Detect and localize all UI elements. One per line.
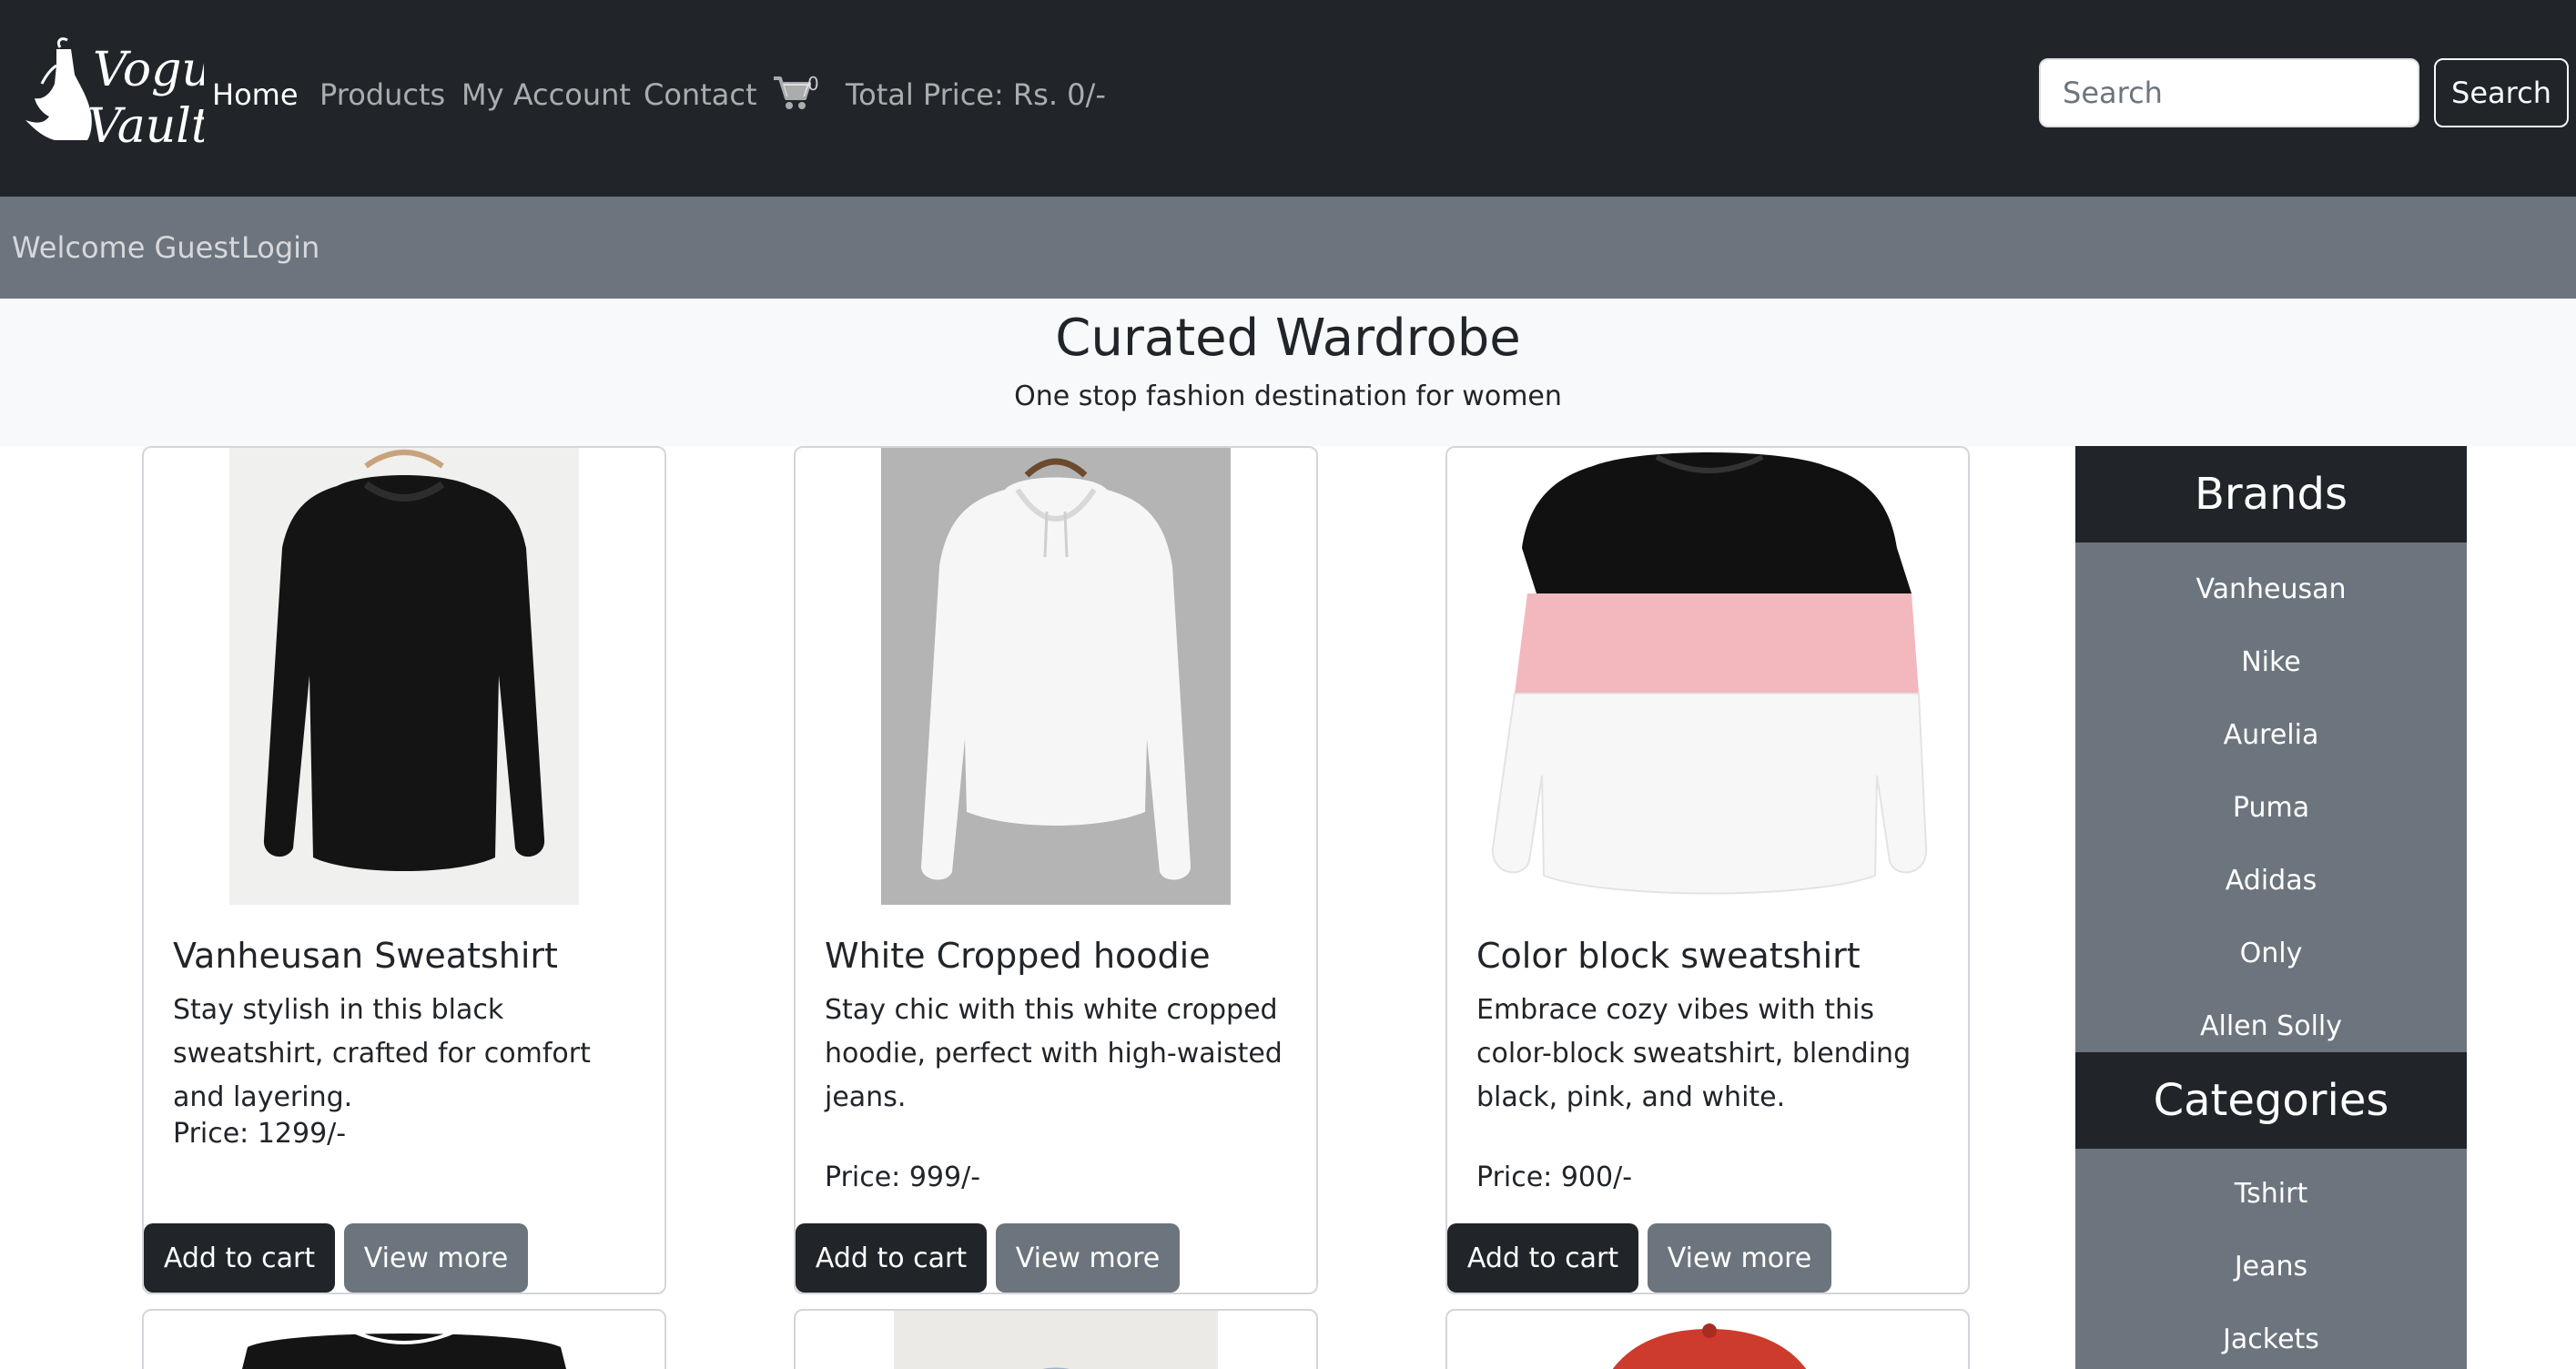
cart-count-badge: 0 — [807, 73, 819, 95]
product-card: Color block sweatshirt Embrace cozy vibe… — [1445, 446, 1970, 1294]
brand-link-adidas[interactable]: Adidas — [2075, 845, 2467, 918]
add-to-cart-button[interactable]: Add to cart — [144, 1223, 335, 1293]
search-input[interactable] — [2039, 58, 2419, 127]
category-link-tshirt[interactable]: Tshirt — [2075, 1158, 2467, 1231]
product-description: Embrace cozy vibes with this color-block… — [1476, 994, 1912, 1113]
product-image-black-sweatshirt[interactable] — [229, 448, 579, 905]
brand-link-nike[interactable]: Nike — [2075, 626, 2467, 699]
svg-text:Vogue: Vogue — [93, 43, 204, 97]
nav-contact[interactable]: Contact — [644, 73, 757, 117]
product-description: Stay stylish in this black sweatshirt, c… — [173, 994, 591, 1113]
product-image-white-cropped-hoodie[interactable] — [881, 448, 1231, 905]
brand-link-puma[interactable]: Puma — [2075, 772, 2467, 845]
product-description: Stay chic with this white cropped hoodie… — [825, 994, 1283, 1113]
nav-home[interactable]: Home — [212, 73, 299, 117]
filter-sidebar: Brands Vanheusan Nike Aurelia Puma Adida… — [2075, 446, 2467, 1369]
page-subtitle: One stop fashion destination for women — [1014, 380, 1562, 412]
product-card — [142, 1309, 666, 1369]
nav-products[interactable]: Products — [319, 73, 445, 117]
add-to-cart-button[interactable]: Add to cart — [1447, 1223, 1638, 1293]
product-image-red-cap[interactable] — [1484, 1311, 1935, 1369]
login-link[interactable]: Login — [241, 226, 319, 269]
product-title[interactable]: Vanheusan Sweatshirt — [173, 930, 646, 981]
product-title[interactable]: White Cropped hoodie — [825, 930, 1298, 981]
category-link-jeans[interactable]: Jeans — [2075, 1231, 2467, 1303]
product-title[interactable]: Color block sweatshirt — [1476, 930, 1950, 981]
welcome-greeting: Welcome Guest — [12, 230, 240, 265]
product-card: Vanheusan Sweatshirt Stay stylish in thi… — [142, 446, 666, 1294]
categories-heading: Categories — [2075, 1052, 2467, 1149]
product-image-pale-top[interactable] — [894, 1311, 1218, 1369]
svg-text:Vault: Vault — [87, 99, 204, 149]
product-price: Price: 999/- — [825, 1161, 981, 1193]
product-card — [1445, 1309, 1970, 1369]
product-price: Price: 900/- — [1476, 1161, 1633, 1193]
nav-my-account[interactable]: My Account — [461, 73, 631, 117]
product-card: White Cropped hoodie Stay chic with this… — [794, 446, 1318, 1294]
brand-link-vanheusan[interactable]: Vanheusan — [2075, 553, 2467, 626]
search-button[interactable]: Search — [2434, 58, 2569, 127]
view-more-button[interactable]: View more — [996, 1223, 1180, 1293]
vogue-vault-logo[interactable]: Vogue Vault — [15, 29, 204, 149]
top-navbar: Vogue Vault Home Products My Account Con… — [0, 0, 2576, 197]
product-price: Price: 1299/- — [173, 1118, 347, 1150]
shopping-cart-icon[interactable] — [772, 75, 812, 111]
view-more-button[interactable]: View more — [344, 1223, 528, 1293]
brand-link-aurelia[interactable]: Aurelia — [2075, 699, 2467, 772]
product-image-black-top[interactable] — [175, 1311, 634, 1369]
brand-link-only[interactable]: Only — [2075, 918, 2467, 990]
brands-heading: Brands — [2075, 446, 2467, 543]
product-card — [794, 1309, 1318, 1369]
total-price: Total Price: Rs. 0/- — [846, 77, 1106, 112]
category-link-jackets[interactable]: Jackets — [2075, 1303, 2467, 1369]
hero-banner: Curated Wardrobe One stop fashion destin… — [0, 299, 2576, 446]
product-image-color-block-sweatshirt[interactable] — [1484, 448, 1935, 905]
view-more-button[interactable]: View more — [1648, 1223, 1831, 1293]
page-title: Curated Wardrobe — [1055, 309, 1521, 368]
add-to-cart-button[interactable]: Add to cart — [796, 1223, 987, 1293]
welcome-bar: Welcome Guest Login — [0, 197, 2576, 299]
